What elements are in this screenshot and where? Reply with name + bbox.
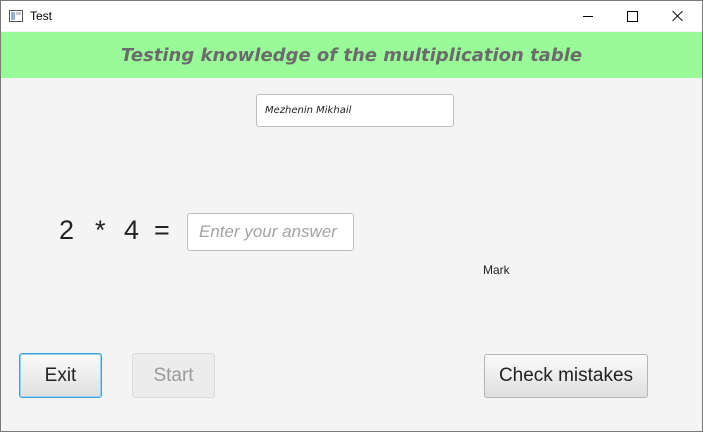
operator-sign: * <box>95 215 106 245</box>
answer-input[interactable] <box>187 213 354 251</box>
app-window: Test Testing knowledge of the multiplica… <box>0 0 703 432</box>
maximize-button[interactable] <box>609 1 655 31</box>
header-banner: Testing knowledge of the multiplication … <box>1 32 702 78</box>
title-bar[interactable]: Test <box>1 1 702 31</box>
exit-button[interactable]: Exit <box>19 353 102 398</box>
equals-sign: = <box>154 215 170 245</box>
maximize-icon <box>626 10 638 22</box>
check-mistakes-button[interactable]: Check mistakes <box>484 354 648 398</box>
banner-title: Testing knowledge of the multiplication … <box>120 44 583 66</box>
app-icon <box>9 10 23 22</box>
name-input[interactable] <box>256 94 454 127</box>
mark-label: Mark <box>483 263 510 277</box>
minimize-button[interactable] <box>565 1 611 31</box>
operand-a: 2 <box>59 215 75 245</box>
close-button[interactable] <box>655 1 701 31</box>
close-icon <box>672 10 684 22</box>
operand-b: 4 <box>124 215 140 245</box>
minimize-icon <box>583 15 593 17</box>
start-button[interactable]: Start <box>132 353 215 398</box>
window-title: Test <box>30 9 53 23</box>
